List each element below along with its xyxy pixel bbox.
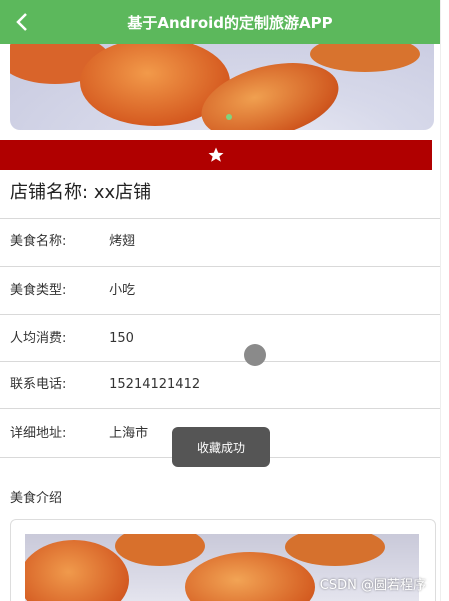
divider bbox=[0, 361, 440, 362]
carousel-indicator bbox=[226, 114, 232, 120]
detail-label: 联系电话: bbox=[10, 377, 67, 392]
divider bbox=[0, 408, 440, 409]
wing-shape bbox=[285, 534, 385, 566]
food-banner-image[interactable] bbox=[10, 44, 434, 130]
detail-row-type: 美食类型: 小吃 bbox=[10, 281, 135, 301]
phone-screen: 基于Android的定制旅游APP 店铺名称: xx店铺 美食名称: 烤翅 美食… bbox=[0, 0, 441, 601]
app-title: 基于Android的定制旅游APP bbox=[127, 13, 333, 32]
shop-name-label: 店铺名称: bbox=[10, 182, 89, 203]
shop-name-value: xx店铺 bbox=[93, 182, 152, 203]
detail-label: 人均消费: bbox=[10, 331, 67, 346]
detail-value: 小吃 bbox=[109, 283, 136, 298]
detail-value: 150 bbox=[109, 331, 134, 346]
intro-title: 美食介绍 bbox=[10, 491, 63, 506]
detail-value: 上海市 bbox=[109, 426, 149, 441]
back-button[interactable] bbox=[8, 6, 36, 38]
detail-row-phone: 联系电话: 15214121412 bbox=[10, 375, 200, 395]
wing-shape bbox=[115, 534, 205, 566]
wing-shape bbox=[25, 540, 129, 601]
detail-label: 详细地址: bbox=[10, 426, 67, 441]
wing-shape bbox=[185, 552, 315, 601]
divider bbox=[0, 218, 440, 219]
shop-name: 店铺名称: xx店铺 bbox=[10, 178, 151, 204]
detail-label: 美食名称: bbox=[10, 234, 67, 249]
detail-row-price: 人均消费: 150 bbox=[10, 329, 134, 349]
detail-row-name: 美食名称: 烤翅 bbox=[10, 232, 135, 252]
detail-value: 15214121412 bbox=[109, 377, 201, 392]
chevron-left-icon bbox=[16, 13, 27, 31]
star-icon bbox=[208, 147, 224, 162]
app-bar: 基于Android的定制旅游APP bbox=[0, 0, 440, 44]
detail-label: 美食类型: bbox=[10, 283, 67, 298]
divider bbox=[0, 314, 440, 315]
detail-row-address: 详细地址: 上海市 bbox=[10, 424, 148, 444]
wing-shape bbox=[310, 44, 420, 72]
favorite-button[interactable] bbox=[0, 140, 432, 170]
divider bbox=[0, 266, 440, 267]
toast-message: 收藏成功 bbox=[172, 427, 270, 467]
touch-indicator bbox=[244, 344, 266, 366]
watermark: CSDN @圆若程序 bbox=[319, 578, 426, 593]
detail-value: 烤翅 bbox=[109, 234, 136, 249]
